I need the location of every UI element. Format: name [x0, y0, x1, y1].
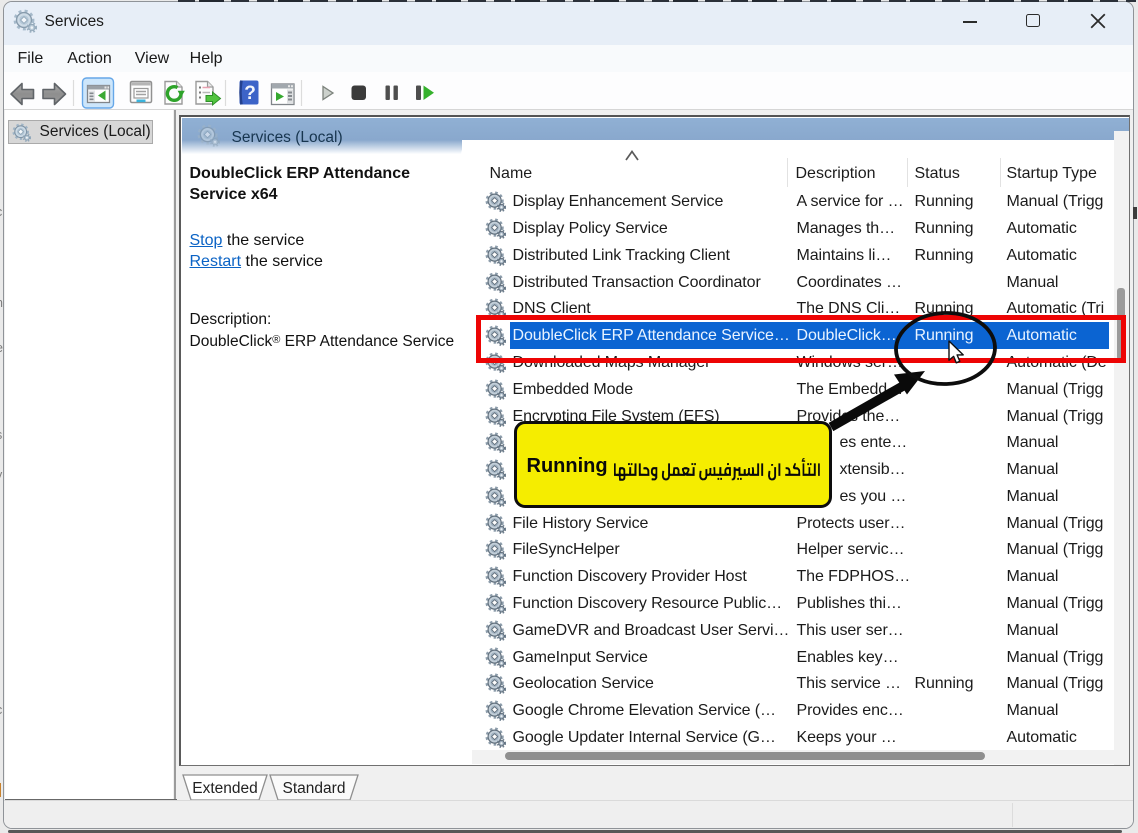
svg-text:Standard: Standard	[282, 780, 345, 797]
svg-text:Extended: Extended	[192, 780, 258, 797]
